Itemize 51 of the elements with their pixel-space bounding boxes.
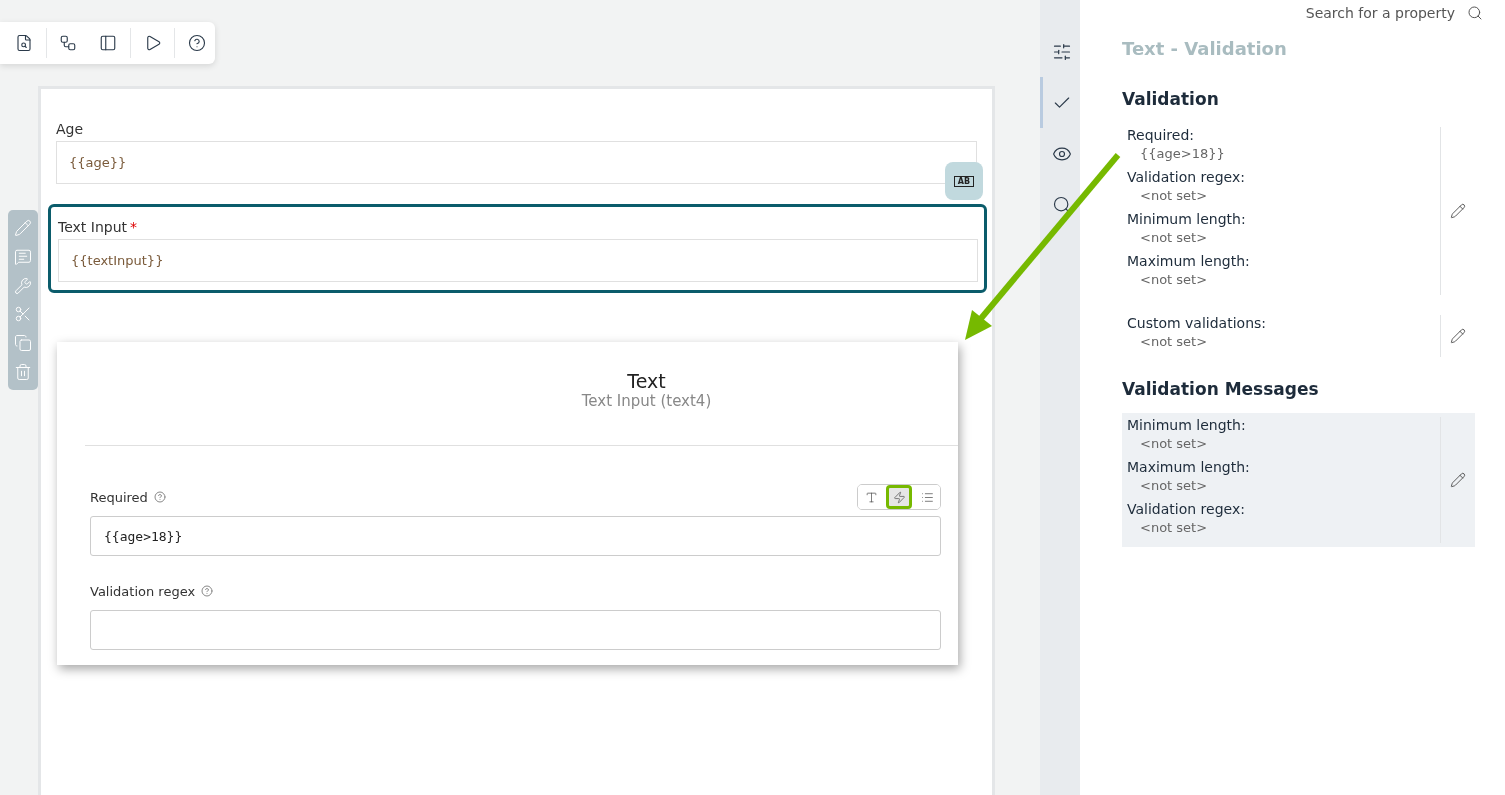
input-field[interactable]: {{age>18}} <box>90 516 941 556</box>
lightning-button[interactable] <box>886 485 912 509</box>
property-label: Validation regex: <box>1127 501 1246 517</box>
section-heading: Validation <box>1122 89 1220 109</box>
field-type-badge[interactable]: AB <box>945 162 983 200</box>
input-field[interactable] <box>90 610 941 650</box>
input-field[interactable]: {{textInput}} <box>58 239 978 282</box>
dialog-title: Text <box>627 370 666 392</box>
field-label: Age <box>56 121 85 137</box>
property-value: <not set> <box>1139 188 1209 203</box>
property-value: <not set> <box>1139 230 1209 245</box>
pencil-icon <box>1450 203 1466 219</box>
scissors-icon[interactable] <box>14 305 32 324</box>
section-heading: Validation Messages <box>1122 379 1320 399</box>
field-label: Required <box>90 489 148 505</box>
copy-icon[interactable] <box>14 333 32 352</box>
search-icon[interactable] <box>1467 5 1483 21</box>
text-icon <box>864 490 878 504</box>
help-icon[interactable] <box>153 491 166 503</box>
dialog-subtitle: Text Input (text4) <box>581 392 712 410</box>
pencil-icon <box>1450 472 1466 488</box>
property-label: Custom validations: <box>1127 315 1268 331</box>
field-label: Text Input * <box>58 219 138 235</box>
trash-icon[interactable] <box>14 362 32 381</box>
sliders-icon <box>1051 41 1072 62</box>
property-value: {{age>18}} <box>1139 146 1226 161</box>
property-value: <not set> <box>1139 334 1209 349</box>
property-label: Minimum length: <box>1127 417 1247 433</box>
help-icon <box>188 34 207 52</box>
property-label: Maximum length: <box>1127 253 1251 269</box>
property-value: <not set> <box>1139 478 1209 493</box>
lightning-icon <box>892 490 906 504</box>
property-value: <not set> <box>1139 520 1209 535</box>
pencil-icon <box>1450 328 1466 344</box>
workflow-icon <box>59 34 78 52</box>
property-label: Minimum length: <box>1127 211 1247 227</box>
wrench-icon[interactable] <box>14 276 32 295</box>
field-label: Validation regex <box>90 583 196 599</box>
property-label: Required: <box>1127 127 1196 143</box>
required-mark: * <box>130 219 137 235</box>
help-icon[interactable] <box>201 585 214 597</box>
list-icon <box>920 490 934 504</box>
property-label: Validation regex: <box>1127 169 1246 185</box>
pencil-icon[interactable] <box>14 219 32 238</box>
property-value: <not set> <box>1139 272 1209 287</box>
panel-title: Text - Validation <box>1122 38 1288 59</box>
comment-edit-icon[interactable] <box>14 248 32 266</box>
property-label: Maximum length: <box>1127 459 1251 475</box>
file-search-icon <box>14 34 33 52</box>
panel-icon <box>99 34 117 52</box>
property-value: <not set> <box>1139 436 1209 451</box>
